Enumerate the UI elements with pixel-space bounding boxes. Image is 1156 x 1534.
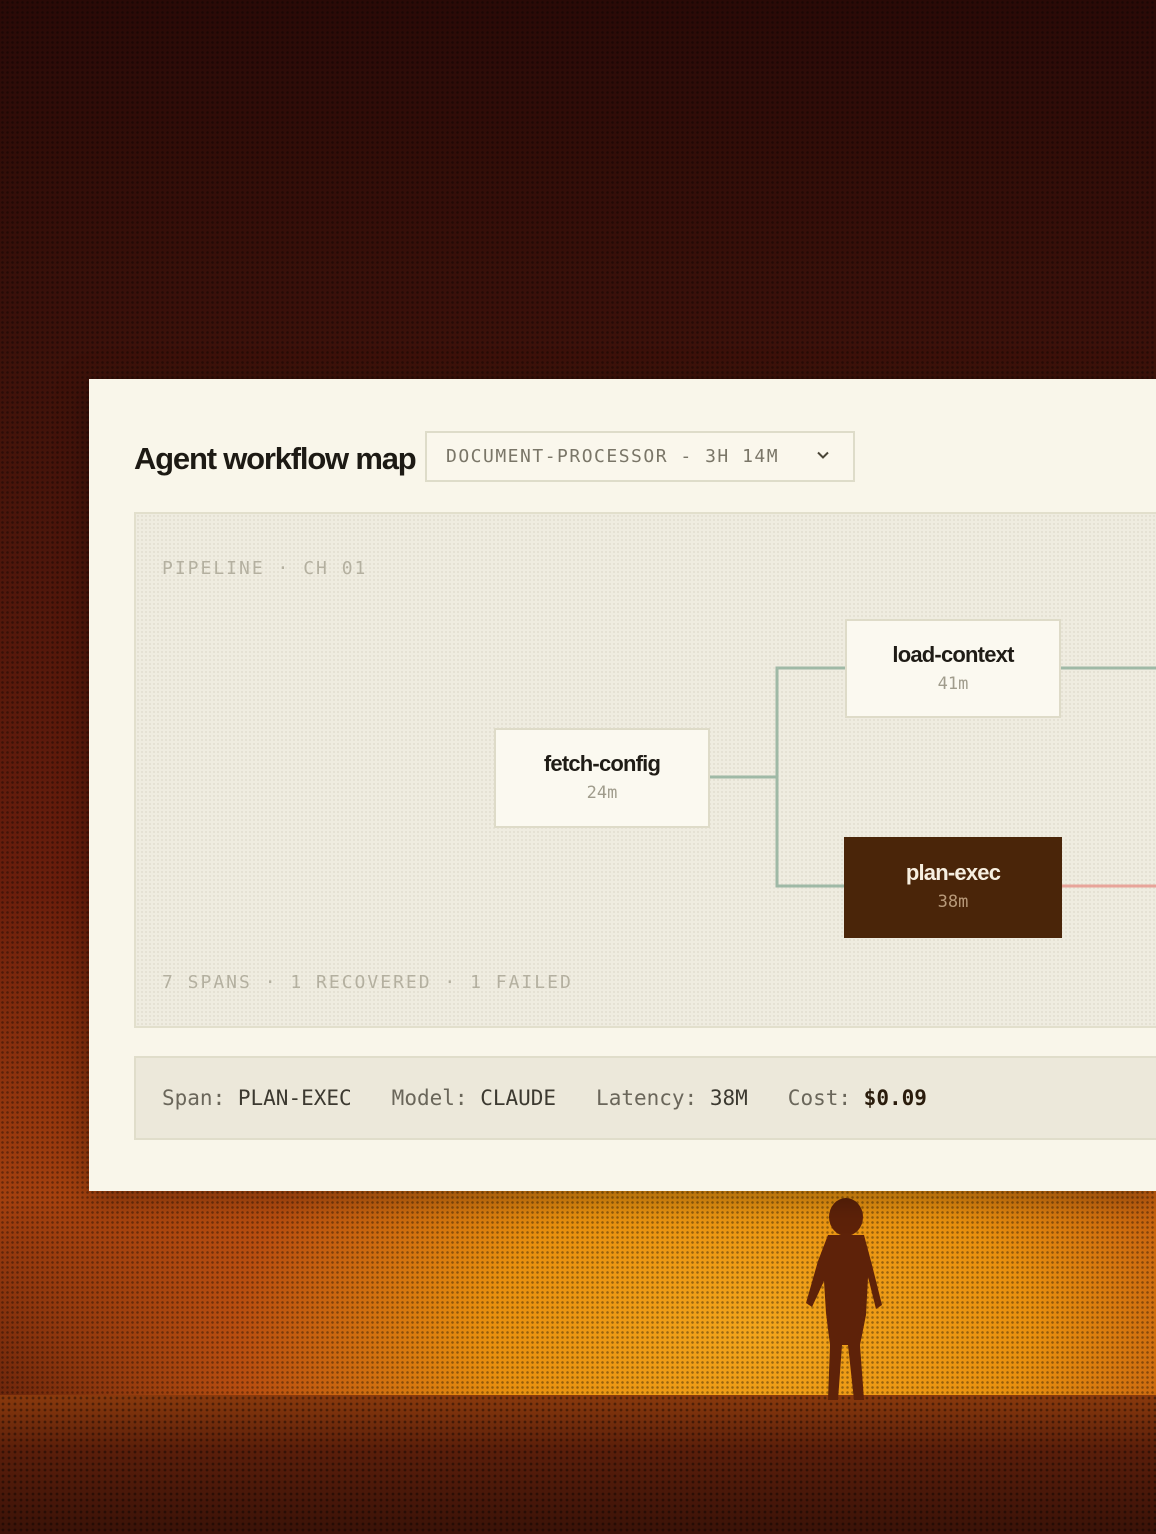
workflow-card: Agent workflow map DOCUMENT-PROCESSOR - … — [89, 379, 1156, 1191]
node-duration: 38m — [937, 892, 969, 912]
pipeline-stats: 7 SPANS · 1 RECOVERED · 1 FAILED — [162, 972, 573, 993]
node-duration: 41m — [937, 674, 969, 694]
span-label: Span: — [162, 1086, 226, 1110]
node-name: plan-exec — [905, 860, 1001, 885]
page-title: Agent workflow map — [134, 441, 417, 476]
node-load-context[interactable]: load-context 41m — [845, 619, 1061, 718]
latency-field: Latency: 38M — [596, 1086, 748, 1110]
latency-value: 38M — [709, 1086, 748, 1110]
pipeline-selector[interactable]: DOCUMENT-PROCESSOR - 3H 14M — [425, 431, 855, 482]
pipeline-panel: PIPELINE · CH 01 fetch-config 24m load-c… — [134, 512, 1156, 1028]
node-fetch-config[interactable]: fetch-config 24m — [494, 728, 710, 828]
latency-label: Latency: — [596, 1086, 698, 1110]
model-value: CLAUDE — [480, 1086, 557, 1110]
edge-branch-to-load — [775, 666, 845, 777]
node-duration: 24m — [586, 783, 618, 803]
pipeline-selector-value: DOCUMENT-PROCESSOR - 3H 14M — [446, 446, 780, 467]
span-field: Span: PLAN-EXEC — [162, 1086, 352, 1110]
ground-dither — [0, 1395, 1156, 1534]
span-value: PLAN-EXEC — [237, 1086, 352, 1110]
cost-value: $0.09 — [863, 1086, 927, 1110]
node-name: load-context — [892, 642, 1014, 667]
astronaut-figure — [806, 1198, 882, 1400]
span-info-bar: Span: PLAN-EXEC Model: CLAUDE Latency: 3… — [134, 1056, 1156, 1140]
cost-field: Cost: $0.09 — [788, 1086, 927, 1110]
model-field: Model: CLAUDE — [392, 1086, 556, 1110]
node-plan-exec[interactable]: plan-exec 38m — [844, 837, 1062, 938]
edge-branch-to-plan — [775, 777, 844, 888]
cost-label: Cost: — [787, 1086, 852, 1110]
node-name: fetch-config — [543, 751, 661, 776]
model-label: Model: — [391, 1086, 468, 1110]
chevron-down-icon — [817, 451, 829, 459]
